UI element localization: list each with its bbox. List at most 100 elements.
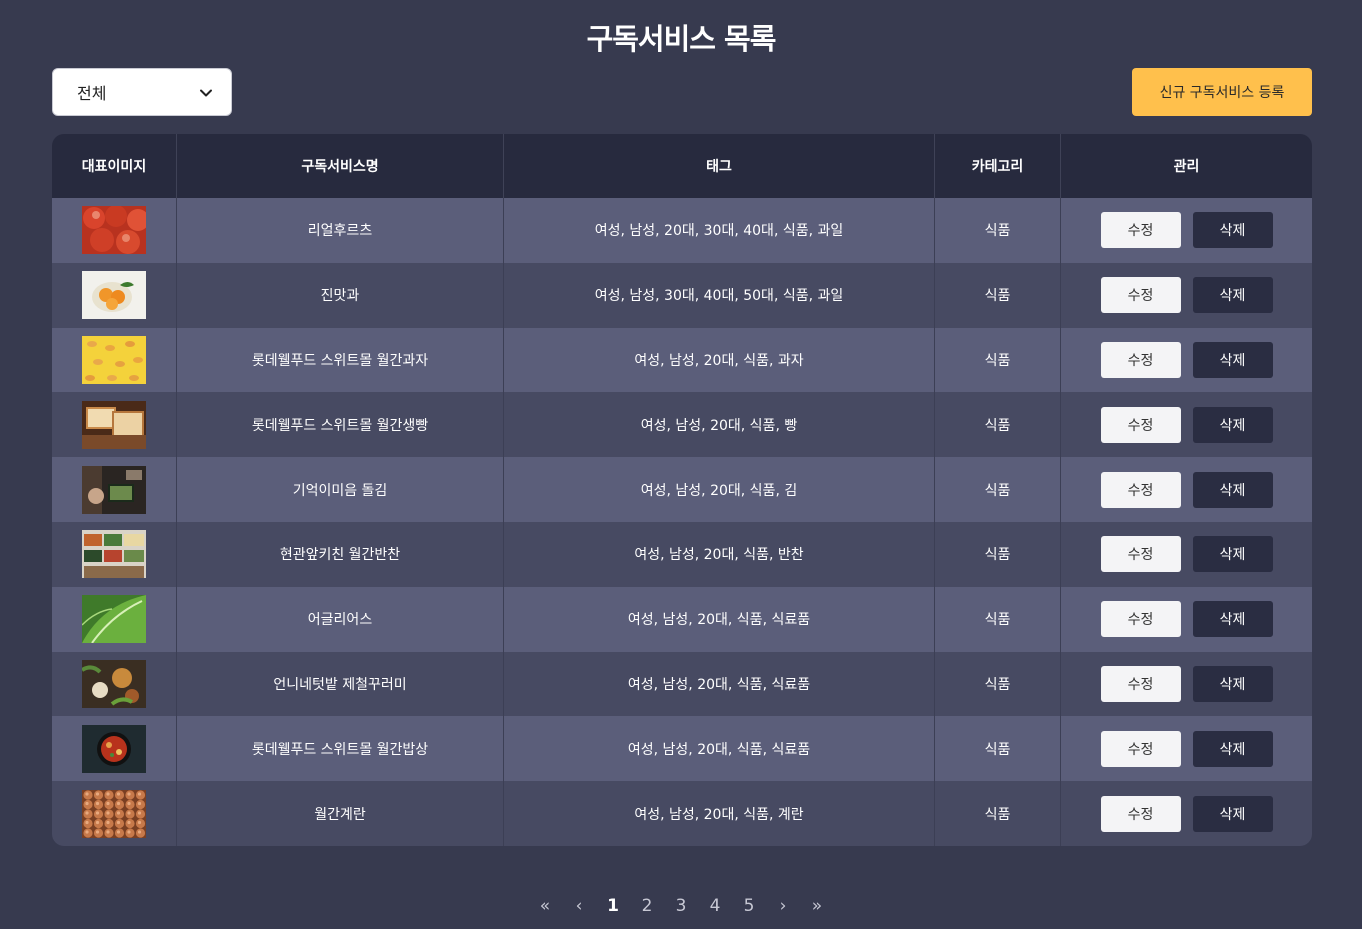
service-name: 롯데웰푸드 스위트몰 월간생빵 (177, 392, 504, 458)
edit-button[interactable]: 수정 (1100, 730, 1181, 767)
delete-button[interactable]: 삭제 (1192, 406, 1273, 443)
service-category: 식품 (935, 457, 1061, 522)
edit-button[interactable]: 수정 (1100, 601, 1181, 638)
thumbnail-image (82, 335, 146, 384)
edit-button[interactable]: 수정 (1100, 406, 1181, 443)
service-category: 식품 (935, 262, 1061, 328)
edit-button[interactable]: 수정 (1100, 471, 1181, 508)
delete-button[interactable]: 삭제 (1192, 730, 1273, 767)
edit-button[interactable]: 수정 (1100, 536, 1181, 573)
page-1-button[interactable]: 1 (596, 896, 630, 916)
thumbnail-cell (52, 198, 177, 263)
subscription-table: 대표이미지 구독서비스명 태그 카테고리 관리 리얼후르츠 여성, 남성, 20대… (52, 134, 1312, 846)
delete-button[interactable]: 삭제 (1192, 212, 1273, 249)
thumbnail-image (82, 724, 146, 773)
manage-cell: 수정 삭제 (1061, 263, 1312, 328)
service-name: 월간계란 (177, 781, 504, 846)
manage-cell: 수정 삭제 (1061, 392, 1312, 457)
manage-cell: 수정 삭제 (1061, 587, 1312, 652)
service-tags: 여성, 남성, 20대, 식품, 김 (504, 457, 935, 522)
category-filter-select[interactable]: 전체 (52, 68, 232, 116)
manage-cell: 수정 삭제 (1061, 652, 1312, 717)
table-row: 월간계란 여성, 남성, 20대, 식품, 계란 식품 수정 삭제 (52, 781, 1312, 846)
manage-cell: 수정 삭제 (1061, 522, 1312, 587)
thumbnail-image (82, 206, 146, 255)
thumbnail-image (82, 271, 146, 320)
service-name: 기억이미음 돌김 (177, 457, 504, 522)
page-2-button[interactable]: 2 (630, 896, 664, 916)
service-tags: 여성, 남성, 20대, 식품, 빵 (504, 392, 935, 458)
service-category: 식품 (935, 716, 1061, 782)
delete-button[interactable]: 삭제 (1192, 277, 1273, 314)
first-page-button[interactable]: « (528, 896, 562, 916)
filter-selected-value: 전체 (77, 84, 107, 103)
table-body: 리얼후르츠 여성, 남성, 20대, 30대, 40대, 식품, 과일 식품 수정 삭제… (52, 198, 1312, 846)
service-name: 리얼후르츠 (177, 198, 504, 263)
table-row: 기억이미음 돌김 여성, 남성, 20대, 식품, 김 식품 수정 삭제 (52, 457, 1312, 522)
thumbnail-image (82, 595, 146, 644)
table-row: 롯데웰푸드 스위트몰 월간생빵 여성, 남성, 20대, 식품, 빵 식품 수정 삭제 (52, 392, 1312, 458)
page-3-button[interactable]: 3 (664, 896, 698, 916)
last-page-button[interactable]: » (800, 896, 834, 916)
delete-button[interactable]: 삭제 (1192, 536, 1273, 573)
page-title: 구독서비스 목록 (586, 22, 777, 56)
service-name: 언니네텃밭 제철꾸러미 (177, 651, 504, 717)
manage-cell: 수정 삭제 (1061, 457, 1312, 522)
table-row: 어글리어스 여성, 남성, 20대, 식품, 식료품 식품 수정 삭제 (52, 586, 1312, 652)
table-row: 진맛과 여성, 남성, 30대, 40대, 50대, 식품, 과일 식품 수정 삭제 (52, 262, 1312, 328)
delete-button[interactable]: 삭제 (1192, 471, 1273, 508)
service-tags: 여성, 남성, 30대, 40대, 50대, 식품, 과일 (504, 262, 935, 328)
page-5-button[interactable]: 5 (732, 896, 766, 916)
thumbnail-cell (52, 262, 177, 328)
header-image: 대표이미지 (52, 134, 177, 198)
delete-button[interactable]: 삭제 (1192, 795, 1273, 832)
thumbnail-image (82, 659, 146, 708)
edit-button[interactable]: 수정 (1100, 212, 1181, 249)
prev-page-button[interactable]: ‹ (562, 896, 596, 916)
edit-button[interactable]: 수정 (1100, 341, 1181, 378)
thumbnail-image (82, 400, 146, 449)
next-page-button[interactable]: › (766, 896, 800, 916)
thumbnail-image (82, 530, 146, 579)
header-tags: 태그 (504, 134, 935, 198)
service-category: 식품 (935, 198, 1061, 263)
service-name: 롯데웰푸드 스위트몰 월간밥상 (177, 716, 504, 782)
service-tags: 여성, 남성, 20대, 식품, 식료품 (504, 651, 935, 717)
service-category: 식품 (935, 586, 1061, 652)
manage-cell: 수정 삭제 (1061, 328, 1312, 393)
service-tags: 여성, 남성, 20대, 식품, 과자 (504, 327, 935, 393)
thumbnail-cell (52, 781, 177, 846)
delete-button[interactable]: 삭제 (1192, 341, 1273, 378)
thumbnail-cell (52, 327, 177, 393)
page-4-button[interactable]: 4 (698, 896, 732, 916)
chevron-down-icon (200, 89, 212, 97)
service-category: 식품 (935, 651, 1061, 717)
table-row: 현관앞키친 월간반찬 여성, 남성, 20대, 식품, 반찬 식품 수정 삭제 (52, 521, 1312, 587)
delete-button[interactable]: 삭제 (1192, 665, 1273, 702)
service-name: 진맛과 (177, 262, 504, 328)
edit-button[interactable]: 수정 (1100, 277, 1181, 314)
service-category: 식품 (935, 392, 1061, 458)
table-header: 대표이미지 구독서비스명 태그 카테고리 관리 (52, 134, 1312, 198)
thumbnail-cell (52, 651, 177, 717)
thumbnail-cell (52, 457, 177, 522)
delete-button[interactable]: 삭제 (1192, 601, 1273, 638)
edit-button[interactable]: 수정 (1100, 665, 1181, 702)
service-tags: 여성, 남성, 20대, 식품, 식료품 (504, 586, 935, 652)
service-category: 식품 (935, 327, 1061, 393)
table-row: 리얼후르츠 여성, 남성, 20대, 30대, 40대, 식품, 과일 식품 수정 삭제 (52, 198, 1312, 263)
header-name: 구독서비스명 (177, 134, 504, 198)
service-tags: 여성, 남성, 20대, 식품, 반찬 (504, 521, 935, 587)
edit-button[interactable]: 수정 (1100, 795, 1181, 832)
thumbnail-cell (52, 392, 177, 458)
register-subscription-button[interactable]: 신규 구독서비스 등록 (1132, 68, 1312, 116)
service-tags: 여성, 남성, 20대, 식품, 계란 (504, 781, 935, 846)
thumbnail-cell (52, 716, 177, 782)
header-category: 카테고리 (935, 134, 1061, 198)
thumbnail-image (82, 789, 146, 838)
service-name: 어글리어스 (177, 586, 504, 652)
service-name: 롯데웰푸드 스위트몰 월간과자 (177, 327, 504, 393)
thumbnail-cell (52, 586, 177, 652)
table-row: 롯데웰푸드 스위트몰 월간밥상 여성, 남성, 20대, 식품, 식료품 식품 수정 삭… (52, 716, 1312, 782)
service-tags: 여성, 남성, 20대, 식품, 식료품 (504, 716, 935, 782)
